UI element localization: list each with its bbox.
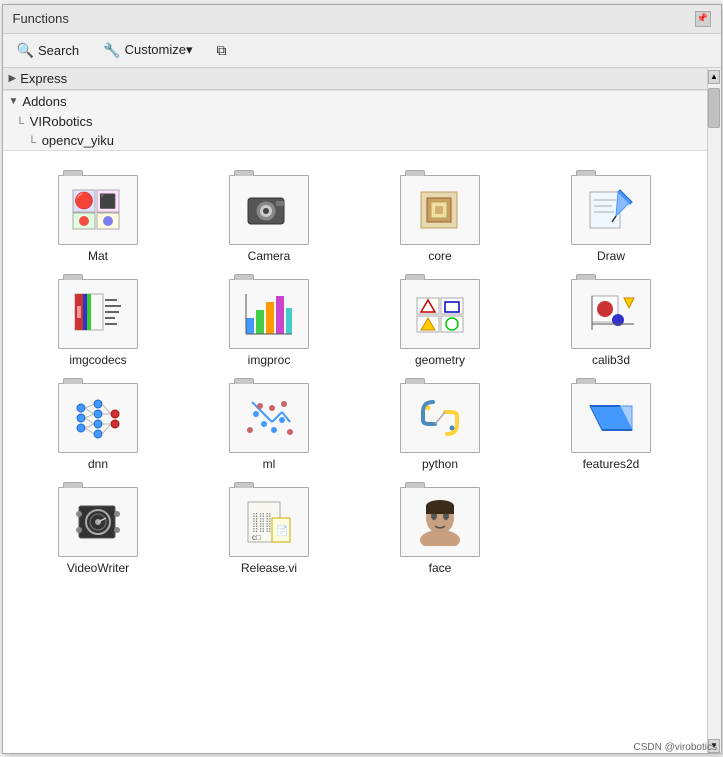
- tree-section-express: ▶ Express: [3, 68, 707, 91]
- camera-label: Camera: [248, 249, 291, 263]
- title-bar: Functions 📌: [3, 5, 721, 34]
- list-item[interactable]: calib3d: [526, 271, 697, 375]
- tree-section-addons: ▼ Addons L VIRobotics L opencv_yiku: [3, 91, 707, 151]
- list-item[interactable]: python: [355, 375, 526, 479]
- tree-row-virobotics[interactable]: L VIRobotics: [3, 112, 707, 131]
- ml-folder-icon: [229, 383, 309, 453]
- core-folder-icon: [400, 175, 480, 245]
- list-item[interactable]: imgcodecs: [13, 271, 184, 375]
- mat-label: Mat: [88, 249, 108, 263]
- features2d-folder-icon: [571, 383, 651, 453]
- window-title: Functions: [13, 11, 69, 26]
- dnn-folder-icon: [58, 383, 138, 453]
- customize-icon: 🔧: [103, 42, 120, 59]
- icon-grid: 🔴 ⬛ Mat: [3, 151, 707, 591]
- geometry-folder-icon: [400, 279, 480, 349]
- svg-text:🔴: 🔴: [74, 191, 94, 210]
- toolbar: 🔍 Search 🔧 Customize▾ ⧉: [3, 34, 721, 68]
- tree-row-express[interactable]: ▶ Express: [3, 68, 707, 90]
- search-label: Search: [38, 43, 79, 58]
- list-item[interactable]: Camera: [184, 167, 355, 271]
- face-label: face: [429, 561, 452, 575]
- imgproc-label: imgproc: [248, 353, 291, 367]
- list-item[interactable]: core: [355, 167, 526, 271]
- svg-text:⬛: ⬛: [99, 193, 116, 210]
- face-folder-icon: [400, 487, 480, 557]
- calib3d-folder-icon: [571, 279, 651, 349]
- search-button[interactable]: 🔍 Search: [13, 40, 84, 61]
- tree-row-opencv[interactable]: L opencv_yiku: [3, 131, 707, 150]
- opencv-label: opencv_yiku: [42, 133, 114, 148]
- svg-text:⣿⣿⣿: ⣿⣿⣿: [252, 522, 272, 532]
- view-button[interactable]: ⧉: [213, 40, 231, 61]
- list-item[interactable]: imgproc: [184, 271, 355, 375]
- scroll-up-button[interactable]: ▲: [708, 70, 720, 84]
- videowriter-label: VideoWriter: [67, 561, 129, 575]
- customize-label: Customize▾: [125, 42, 193, 58]
- title-bar-buttons: 📌: [695, 11, 711, 27]
- release-label: Release.vi: [241, 561, 297, 575]
- tree-row-addons[interactable]: ▼ Addons: [3, 91, 707, 112]
- calib3d-label: calib3d: [592, 353, 630, 367]
- functions-window: Functions 📌 🔍 Search 🔧 Customize▾ ⧉ ▶ Ex…: [2, 4, 722, 754]
- scroll-thumb[interactable]: [708, 88, 720, 128]
- python-label: python: [422, 457, 458, 471]
- list-item[interactable]: Draw: [526, 167, 697, 271]
- scrollbar[interactable]: ▲ ▼: [707, 68, 721, 753]
- ml-label: ml: [263, 457, 276, 471]
- list-item[interactable]: geometry: [355, 271, 526, 375]
- customize-button[interactable]: 🔧 Customize▾: [99, 40, 196, 61]
- features2d-label: features2d: [583, 457, 640, 471]
- express-label: Express: [20, 71, 67, 86]
- list-item[interactable]: features2d: [526, 375, 697, 479]
- draw-label: Draw: [597, 249, 625, 263]
- list-item[interactable]: dnn: [13, 375, 184, 479]
- virobotics-indent-icon: L: [19, 115, 28, 127]
- list-item[interactable]: VideoWriter: [13, 479, 184, 583]
- addons-arrow-icon: ▼: [9, 96, 19, 107]
- express-arrow-icon: ▶: [9, 73, 17, 84]
- view-icon: ⧉: [217, 42, 227, 59]
- imgproc-folder-icon: [229, 279, 309, 349]
- imgcodecs-label: imgcodecs: [69, 353, 126, 367]
- camera-folder-icon: [229, 175, 309, 245]
- mat-folder-icon: 🔴 ⬛: [58, 175, 138, 245]
- core-label: core: [428, 249, 451, 263]
- python-folder-icon: [400, 383, 480, 453]
- list-item[interactable]: 🔴 ⬛ Mat: [13, 167, 184, 271]
- imgcodecs-folder-icon: [58, 279, 138, 349]
- geometry-label: geometry: [415, 353, 465, 367]
- release-folder-icon: ⣿⣿⣿ ⣿⣿⣿ c□ 📄: [229, 487, 309, 557]
- list-item[interactable]: ml: [184, 375, 355, 479]
- videowriter-folder-icon: [58, 487, 138, 557]
- addons-label: Addons: [22, 94, 66, 109]
- virobotics-label: VIRobotics: [30, 114, 93, 129]
- svg-text:📄: 📄: [276, 524, 288, 537]
- main-panel: ▶ Express ▼ Addons L VIRobotics L opencv…: [3, 68, 707, 753]
- svg-text:⣿⣿⣿: ⣿⣿⣿: [252, 512, 272, 522]
- draw-folder-icon: [571, 175, 651, 245]
- content-area: ▶ Express ▼ Addons L VIRobotics L opencv…: [3, 68, 721, 753]
- dnn-label: dnn: [88, 457, 108, 471]
- watermark: CSDN @virobotics: [633, 742, 706, 753]
- search-icon: 🔍: [17, 42, 34, 59]
- svg-text:c□: c□: [252, 533, 261, 542]
- list-item[interactable]: face: [355, 479, 526, 583]
- opencv-indent-icon: L: [31, 134, 40, 146]
- list-item[interactable]: ⣿⣿⣿ ⣿⣿⣿ c□ 📄 Release.vi: [184, 479, 355, 583]
- pin-button[interactable]: 📌: [695, 11, 711, 27]
